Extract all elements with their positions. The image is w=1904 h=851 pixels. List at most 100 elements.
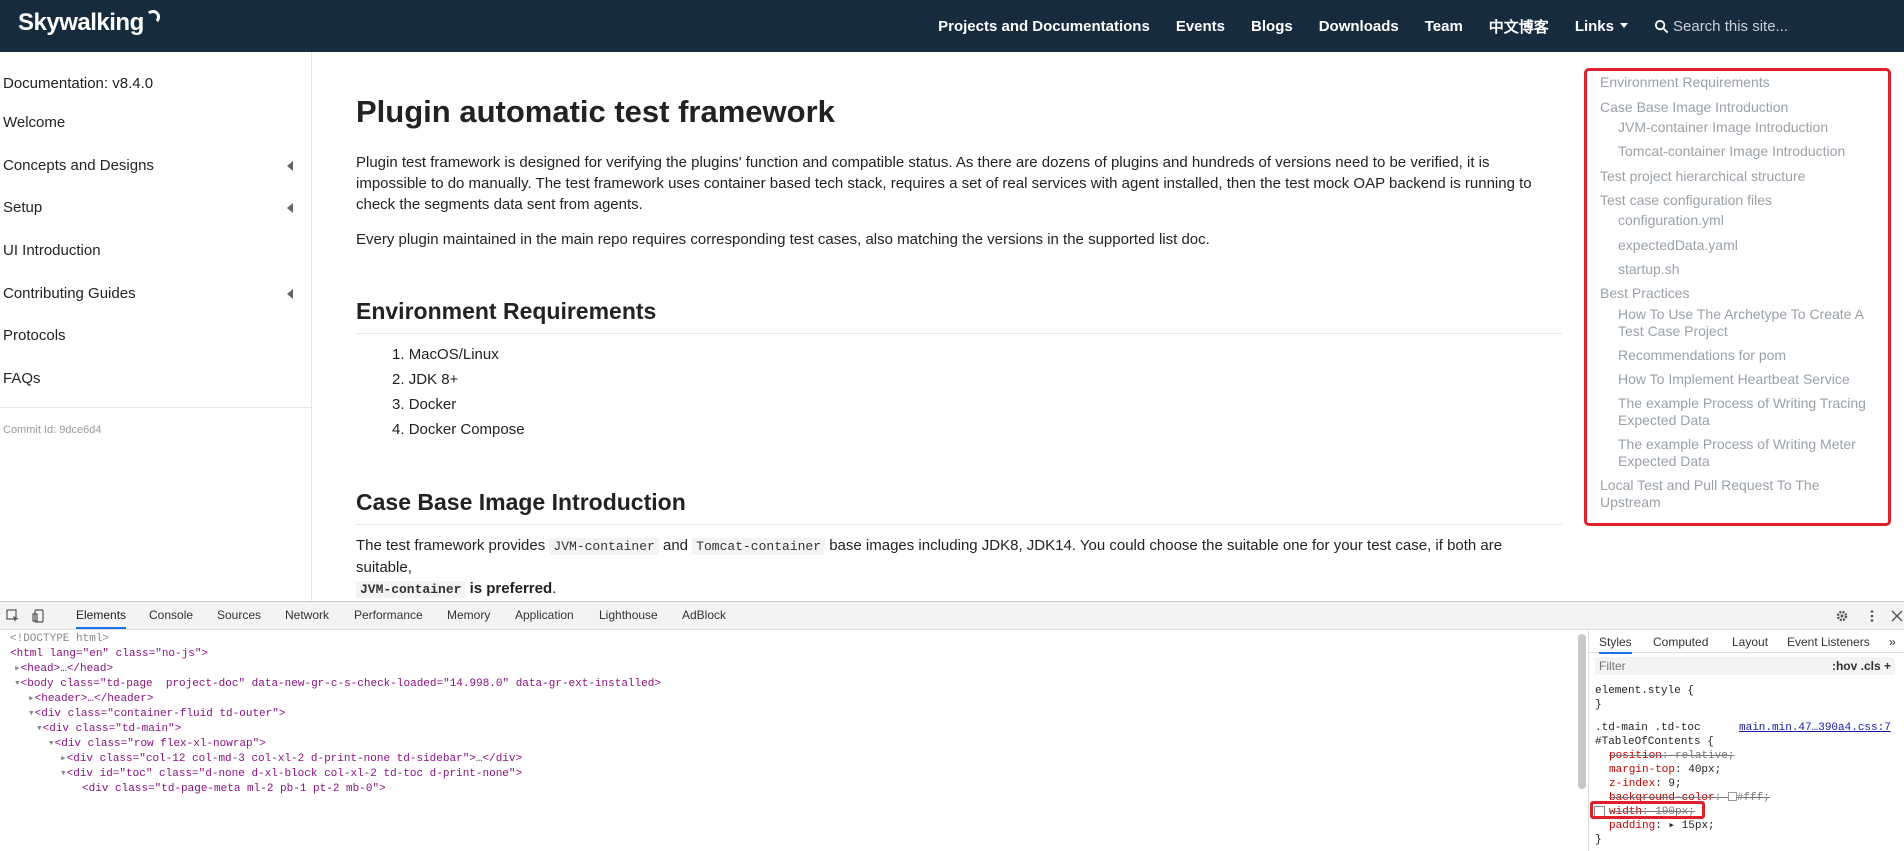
filter-options[interactable]: :hov .cls +	[1832, 657, 1891, 675]
expand-arrow-icon[interactable]: ▸	[60, 753, 67, 765]
dom-node[interactable]: <html lang="en" class="no-js">	[10, 647, 208, 662]
toc-item[interactable]: configuration.yml	[1618, 212, 1724, 229]
toc-item[interactable]: How To Implement Heartbeat Service	[1618, 371, 1850, 388]
sidebar-item-contributing[interactable]: Contributing Guides	[3, 285, 303, 302]
list-item-text: MacOS/Linux	[408, 346, 499, 363]
sidebar-item-concepts[interactable]: Concepts and Designs	[3, 157, 303, 174]
devtools-tab-adblock[interactable]: AdBlock	[682, 608, 726, 622]
sidebar-item-faqs[interactable]: FAQs	[3, 370, 303, 387]
dom-node[interactable]: <!DOCTYPE html>	[10, 632, 109, 647]
nav-link-blogs[interactable]: Blogs	[1251, 18, 1293, 35]
nav-link-downloads[interactable]: Downloads	[1319, 18, 1399, 35]
gear-icon[interactable]	[1835, 609, 1849, 623]
collapse-arrow-icon[interactable]: ▾	[28, 708, 35, 720]
dom-node[interactable]: ▾<body class="td-page project-doc" data-…	[14, 677, 661, 692]
css-property[interactable]: position: relative;	[1609, 749, 1734, 763]
css-selector[interactable]: #TableOfContents {	[1595, 735, 1714, 749]
toc-item[interactable]: Case Base Image Introduction	[1600, 99, 1788, 116]
more-tabs-icon[interactable]: »	[1889, 635, 1896, 649]
chevron-left-icon[interactable]	[287, 161, 293, 171]
dom-node[interactable]: ▾<div class="td-main">	[36, 722, 181, 737]
devtools-tab-application[interactable]: Application	[515, 608, 574, 622]
sidebar-item-label: Protocols	[3, 327, 66, 344]
devtools-tab-sources[interactable]: Sources	[217, 608, 261, 622]
css-property[interactable]: padding: ▸ 15px;	[1609, 819, 1715, 833]
sidebar-item-ui-introduction[interactable]: UI Introduction	[3, 242, 303, 259]
case-paragraph: The test framework provides JVM-containe…	[356, 535, 1562, 600]
collapse-arrow-icon[interactable]: ▾	[60, 768, 67, 780]
toc-item[interactable]: How To Use The Archetype To Create A Tes…	[1618, 306, 1878, 340]
toc-item[interactable]: Recommendations for pom	[1618, 347, 1786, 364]
css-selector[interactable]: .td-main .td-toc	[1595, 721, 1701, 735]
styles-tab-computed[interactable]: Computed	[1653, 635, 1708, 649]
case-text: and	[658, 537, 693, 554]
brand-logo[interactable]: Skywalking	[18, 9, 160, 37]
toc-item[interactable]: The example Process of Writing Meter Exp…	[1618, 436, 1878, 470]
toc-item[interactable]: expectedData.yaml	[1618, 237, 1738, 254]
search-icon	[1654, 19, 1669, 33]
environment-list: 1. MacOS/Linux 2. JDK 8+ 3. Docker 4. Do…	[392, 342, 525, 442]
css-property[interactable]: z-index: 9;	[1609, 777, 1682, 791]
element-style-rule[interactable]: element.style {	[1595, 684, 1694, 698]
devtools-tab-lighthouse[interactable]: Lighthouse	[599, 608, 658, 622]
toc-item[interactable]: The example Process of Writing Tracing E…	[1618, 395, 1878, 429]
styles-filter-input[interactable]: Filter:hov .cls +	[1595, 657, 1895, 675]
devtools-tab-network[interactable]: Network	[285, 608, 329, 622]
nav-link-chinese-blog[interactable]: 中文博客	[1489, 16, 1549, 37]
nav-link-links-dropdown[interactable]: Links	[1575, 18, 1628, 35]
close-icon[interactable]	[1890, 609, 1904, 623]
chevron-left-icon[interactable]	[287, 289, 293, 299]
css-property-value: #fff;	[1736, 792, 1770, 804]
list-item: 1. MacOS/Linux	[392, 346, 499, 363]
devtools-tab-memory[interactable]: Memory	[447, 608, 490, 622]
devtools-tab-performance[interactable]: Performance	[354, 608, 423, 622]
css-property-name: padding	[1609, 820, 1656, 832]
dom-node[interactable]: ▸<header>…</header>	[28, 692, 153, 707]
collapse-arrow-icon[interactable]: ▾	[14, 678, 21, 690]
dom-node[interactable]: ▸<head>…</head>	[14, 662, 113, 677]
dom-node-text: <div class="row flex-xl-nowrap">	[54, 738, 266, 750]
dom-node-text: <body class="td-page project-doc" data-n…	[20, 678, 661, 690]
devtools-tab-elements[interactable]: Elements	[76, 608, 127, 629]
sidebar-item-protocols[interactable]: Protocols	[3, 327, 303, 344]
collapse-arrow-icon[interactable]: ▾	[48, 738, 55, 750]
sidebar-item-setup[interactable]: Setup	[3, 199, 303, 216]
device-toolbar-icon[interactable]	[32, 609, 46, 623]
dom-node[interactable]: ▾<div class="row flex-xl-nowrap">	[48, 737, 266, 752]
toc-item[interactable]: startup.sh	[1618, 261, 1679, 278]
sidebar-item-welcome[interactable]: Welcome	[3, 114, 303, 131]
devtools-tab-console[interactable]: Console	[149, 608, 193, 622]
search-box[interactable]: Search this site...	[1654, 18, 1864, 35]
heading-case-base-image: Case Base Image Introduction	[356, 489, 1562, 525]
nav-link-team[interactable]: Team	[1425, 18, 1463, 35]
toc-item[interactable]: Environment Requirements	[1600, 74, 1770, 91]
toc-item[interactable]: Local Test and Pull Request To The Upstr…	[1600, 477, 1860, 511]
dom-node[interactable]: <div class="td-page-meta ml-2 pb-1 pt-2 …	[82, 782, 386, 797]
inspect-element-icon[interactable]	[6, 609, 20, 623]
dom-node[interactable]: ▸<div class="col-12 col-md-3 col-xl-2 d-…	[60, 752, 522, 767]
dom-node[interactable]: ▾<div id="toc" class="d-none d-xl-block …	[60, 767, 522, 782]
toc-item[interactable]: Best Practices	[1600, 285, 1689, 302]
expand-arrow-icon[interactable]: ▸	[28, 693, 35, 705]
collapse-arrow-icon[interactable]: ▾	[36, 723, 43, 735]
styles-tab-styles[interactable]: Styles	[1599, 635, 1632, 654]
styles-tab-layout[interactable]: Layout	[1732, 635, 1768, 649]
chevron-left-icon[interactable]	[287, 203, 293, 213]
commit-id: Commit Id: 9dce6d4	[3, 424, 102, 436]
toc-item[interactable]: Tomcat-container Image Introduction	[1618, 143, 1845, 160]
sidebar-title[interactable]: Documentation: v8.4.0	[3, 75, 153, 92]
nav-link-projects[interactable]: Projects and Documentations	[938, 18, 1150, 35]
styles-tab-event-listeners[interactable]: Event Listeners	[1787, 635, 1870, 649]
dom-node[interactable]: ▾<div class="container-fluid td-outer">	[28, 707, 285, 722]
toc-item[interactable]: JVM-container Image Introduction	[1618, 119, 1828, 136]
toc-item[interactable]: Test case configuration files	[1600, 192, 1772, 209]
color-swatch[interactable]	[1727, 792, 1737, 801]
sidebar-item-label: FAQs	[3, 370, 41, 387]
expand-arrow-icon[interactable]: ▸	[14, 663, 21, 675]
css-property[interactable]: margin-top: 40px;	[1609, 763, 1721, 777]
toc-item[interactable]: Test project hierarchical structure	[1600, 168, 1805, 185]
dom-scrollbar[interactable]	[1578, 634, 1586, 789]
nav-link-events[interactable]: Events	[1176, 18, 1225, 35]
css-source-link[interactable]: main.min.47…390a4.css:7	[1739, 721, 1891, 735]
more-options-icon[interactable]	[1865, 609, 1879, 623]
